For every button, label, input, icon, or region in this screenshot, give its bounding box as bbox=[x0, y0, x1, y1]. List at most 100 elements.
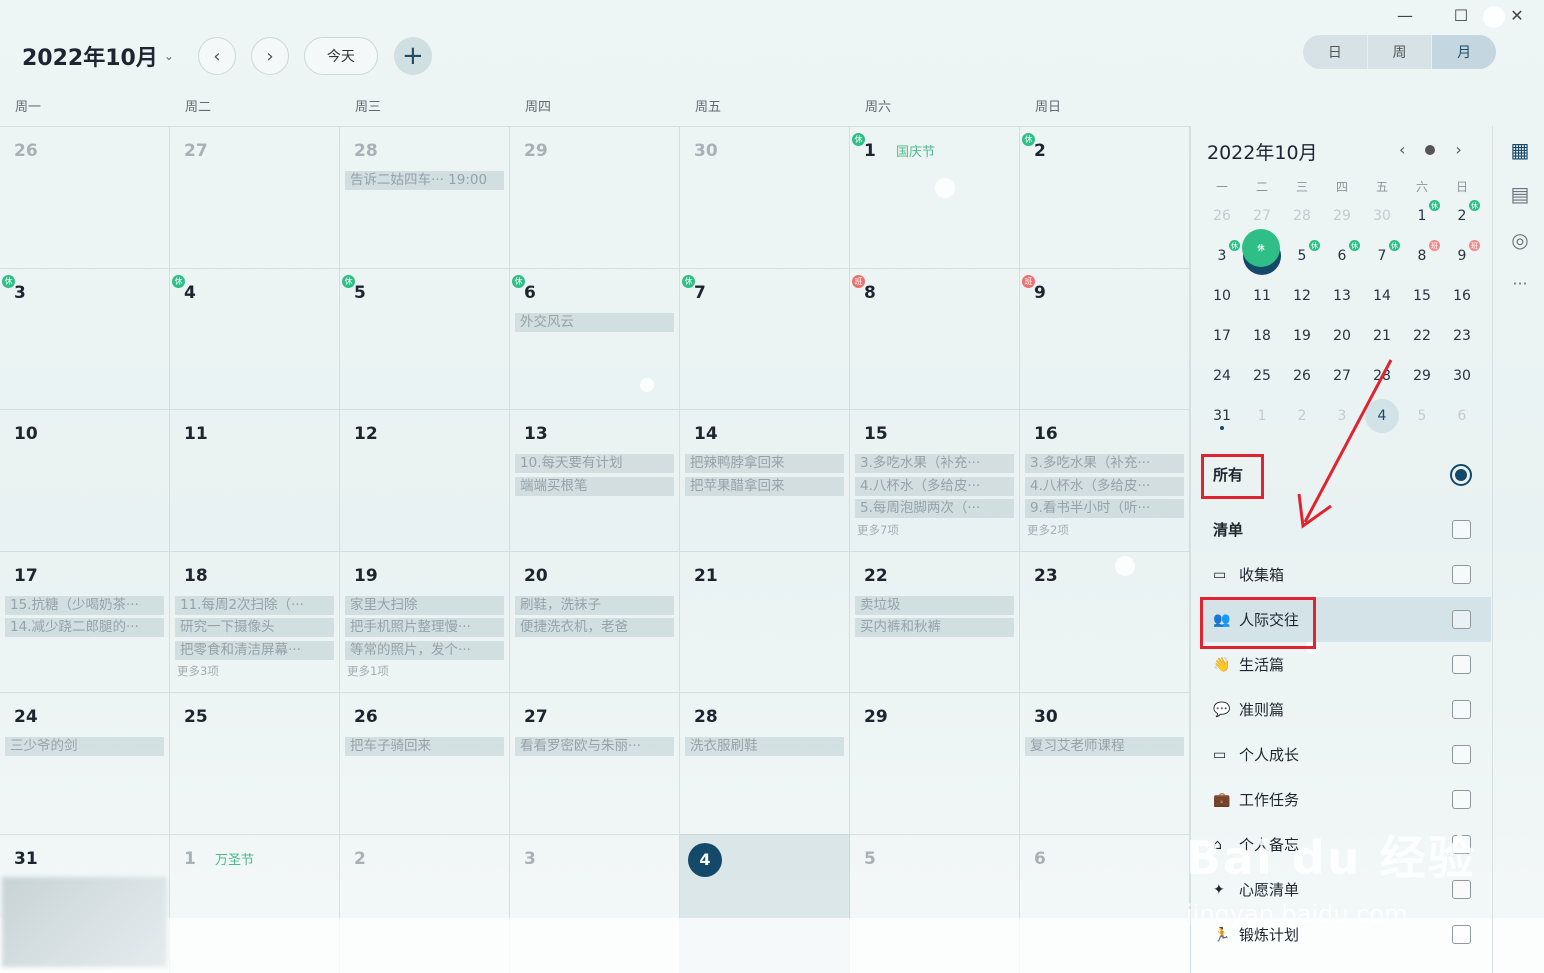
calendar-icon[interactable]: ▦ bbox=[1507, 138, 1533, 164]
mini-day[interactable]: 1 bbox=[1242, 408, 1282, 424]
task-item[interactable]: 14.减少跷二郎腿的··· bbox=[5, 618, 164, 637]
mini-day[interactable]: 13 bbox=[1322, 288, 1362, 304]
mini-day[interactable]: 17 bbox=[1202, 328, 1242, 344]
chevron-left-icon[interactable]: ‹ bbox=[1399, 140, 1405, 159]
add-event-button[interactable]: + bbox=[393, 37, 432, 75]
task-item[interactable]: 外交风云 bbox=[515, 312, 674, 332]
day-cell[interactable]: 班9 bbox=[1020, 267, 1190, 409]
task-item[interactable]: 便捷洗衣机，老爸 bbox=[515, 618, 674, 637]
day-cell[interactable]: 休4 bbox=[170, 267, 340, 409]
task-item[interactable]: 研究一下摄像头 bbox=[175, 618, 334, 637]
list-filter-item[interactable]: 💼 工作任务 bbox=[1201, 777, 1491, 822]
mini-day[interactable]: 4休 bbox=[1242, 229, 1282, 275]
list-filter-checkbox[interactable] bbox=[1452, 790, 1471, 809]
task-item[interactable]: 刷鞋，洗袜子 bbox=[515, 595, 674, 615]
day-cell[interactable]: 20 刷鞋，洗袜子 便捷洗衣机，老爸 bbox=[510, 550, 680, 692]
prev-month-button[interactable]: ‹ bbox=[197, 37, 236, 75]
mini-day[interactable]: 28 bbox=[1282, 208, 1322, 224]
minimize-button[interactable]: — bbox=[1392, 6, 1418, 25]
mini-day[interactable]: 14 bbox=[1362, 288, 1402, 304]
day-cell[interactable]: 休5 bbox=[340, 267, 510, 409]
more-tasks-link[interactable]: 更多3项 bbox=[177, 663, 334, 679]
more-tasks-link[interactable]: 更多2项 bbox=[1027, 522, 1184, 538]
day-cell[interactable]: 18 11.每周2次扫除（··· 研究一下摄像头 把零食和清洁屏幕··· 更多3项 bbox=[170, 550, 340, 692]
mini-day[interactable]: 8班 bbox=[1402, 240, 1442, 264]
day-cell[interactable]: 26 bbox=[0, 126, 170, 268]
mini-day[interactable]: 31 bbox=[1202, 408, 1242, 430]
mini-day[interactable]: 30 bbox=[1362, 208, 1402, 224]
day-cell[interactable]: 26 把车子骑回来 bbox=[340, 692, 510, 834]
list-filter-checkbox[interactable] bbox=[1452, 745, 1471, 764]
search-settings-icon[interactable]: ◎ bbox=[1507, 228, 1533, 254]
list-filter-checkbox[interactable] bbox=[1452, 925, 1471, 944]
schedule-icon[interactable]: ▤ bbox=[1507, 182, 1533, 208]
task-item[interactable]: 4.八杯水（多给皮··· bbox=[855, 476, 1014, 496]
mini-day[interactable]: 7休 bbox=[1362, 240, 1402, 264]
more-icon[interactable]: ··· bbox=[1507, 274, 1533, 300]
day-cell[interactable]: 24 三少爷的剑 bbox=[0, 692, 170, 834]
list-filter-checkbox[interactable] bbox=[1452, 565, 1471, 584]
mini-day[interactable]: 22 bbox=[1402, 328, 1442, 344]
task-item[interactable]: 把苹果醋拿回来 bbox=[685, 476, 844, 496]
view-month-button[interactable]: 月 bbox=[1432, 35, 1496, 69]
more-tasks-link[interactable]: 更多7项 bbox=[857, 522, 1014, 538]
mini-day[interactable]: 24 bbox=[1202, 368, 1242, 384]
mini-day[interactable]: 10 bbox=[1202, 288, 1242, 304]
mini-day[interactable]: 25 bbox=[1242, 368, 1282, 384]
view-day-button[interactable]: 日 bbox=[1303, 35, 1368, 69]
next-month-button[interactable]: › bbox=[250, 37, 289, 75]
day-cell[interactable]: 休 1 国庆节 bbox=[850, 126, 1020, 268]
task-item[interactable]: 5.每周泡脚两次（··· bbox=[855, 499, 1014, 518]
view-week-button[interactable]: 周 bbox=[1368, 35, 1433, 69]
day-cell[interactable]: 15 3.多吃水果（补充··· 4.八杯水（多给皮··· 5.每周泡脚两次（··· 更多… bbox=[850, 409, 1020, 551]
task-item[interactable]: 复习艾老师课程 bbox=[1025, 737, 1184, 756]
list-filter-checkbox[interactable] bbox=[1452, 700, 1471, 719]
mini-day[interactable]: 5 bbox=[1402, 408, 1442, 424]
day-cell[interactable]: 27 bbox=[170, 126, 340, 268]
day-cell[interactable]: 休2 bbox=[1020, 126, 1190, 268]
day-cell[interactable]: 休7 bbox=[680, 267, 850, 409]
task-item[interactable]: 洗衣服刷鞋 bbox=[685, 737, 844, 756]
day-cell[interactable]: 30 复习艾老师课程 bbox=[1020, 692, 1190, 834]
more-tasks-link[interactable]: 更多1项 bbox=[347, 663, 504, 679]
list-filter-item[interactable]: 💬 准则篇 bbox=[1201, 687, 1491, 732]
mini-day[interactable]: 3休 bbox=[1202, 240, 1242, 264]
task-item[interactable]: 等常的照片，发个··· bbox=[345, 640, 504, 660]
task-item[interactable]: 9.看书半小时（听··· bbox=[1025, 499, 1184, 518]
day-cell[interactable]: 16 3.多吃水果（补充··· 4.八杯水（多给皮··· 9.看书半小时（听··· 更多… bbox=[1020, 409, 1190, 551]
mini-day[interactable]: 15 bbox=[1402, 288, 1442, 304]
day-cell[interactable]: 28 洗衣服刷鞋 bbox=[680, 692, 850, 834]
mini-day[interactable]: 21 bbox=[1362, 328, 1402, 344]
day-cell[interactable]: 27 看看罗密欧与朱丽··· bbox=[510, 692, 680, 834]
task-item[interactable]: 3.多吃水果（补充··· bbox=[855, 454, 1014, 473]
task-item[interactable]: 把手机照片整理慢··· bbox=[345, 618, 504, 637]
day-cell[interactable]: 12 bbox=[340, 409, 510, 551]
mini-day[interactable]: 9班 bbox=[1442, 240, 1482, 264]
day-cell[interactable]: 休 6 外交风云 bbox=[510, 267, 680, 409]
maximize-button[interactable]: ☐ bbox=[1448, 6, 1474, 25]
list-filter-checkbox[interactable] bbox=[1452, 655, 1471, 674]
task-item[interactable]: 家里大扫除 bbox=[345, 595, 504, 615]
day-cell[interactable]: 21 bbox=[680, 550, 850, 692]
mini-day[interactable]: 6 bbox=[1442, 408, 1482, 424]
task-item[interactable]: 4.八杯水（多给皮··· bbox=[1025, 476, 1184, 496]
mini-day[interactable]: 11 bbox=[1242, 288, 1282, 304]
today-dot-button[interactable] bbox=[1425, 144, 1436, 155]
task-item[interactable]: 把辣鸭脖拿回来 bbox=[685, 454, 844, 473]
day-cell[interactable]: 班8 bbox=[850, 267, 1020, 409]
close-button[interactable]: ✕ bbox=[1504, 6, 1530, 25]
day-cell[interactable]: 19 家里大扫除 把手机照片整理慢··· 等常的照片，发个··· 更多1项 bbox=[340, 550, 510, 692]
day-cell[interactable]: 17 15.抗糖（少喝奶茶··· 14.减少跷二郎腿的··· bbox=[0, 550, 170, 692]
day-cell[interactable]: 11 bbox=[170, 409, 340, 551]
mini-day[interactable]: 16 bbox=[1442, 288, 1482, 304]
day-cell[interactable]: 25 bbox=[170, 692, 340, 834]
mini-day[interactable]: 23 bbox=[1442, 328, 1482, 344]
task-item[interactable]: 端端买根笔 bbox=[515, 476, 674, 496]
list-filter-checkbox[interactable] bbox=[1452, 610, 1471, 629]
task-item[interactable]: 看看罗密欧与朱丽··· bbox=[515, 737, 674, 756]
day-cell[interactable]: 23 bbox=[1020, 550, 1190, 692]
task-item[interactable]: 10.每天要有计划 bbox=[515, 454, 674, 473]
task-item[interactable]: 卖垃圾 bbox=[855, 595, 1014, 615]
day-cell[interactable]: 30 bbox=[680, 126, 850, 268]
task-item[interactable]: 买内裤和秋裤 bbox=[855, 618, 1014, 637]
